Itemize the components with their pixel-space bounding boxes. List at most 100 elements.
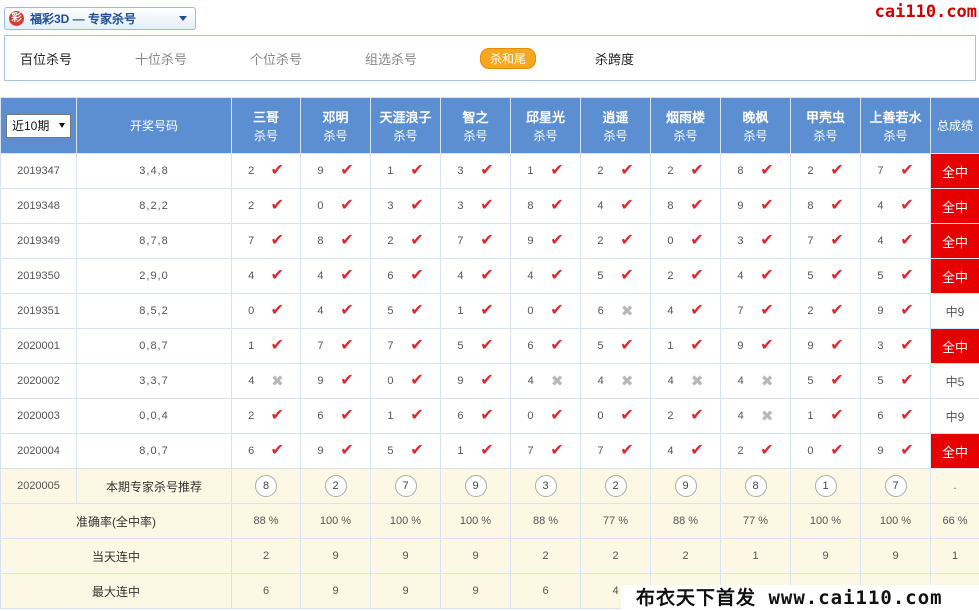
pick-number: 2 — [597, 235, 604, 247]
check-icon: ✔ — [620, 337, 634, 354]
pick-cell: 0 ✔ — [790, 433, 861, 469]
recommend-cell: 9 — [440, 468, 511, 504]
tab-5[interactable]: 杀和尾 — [480, 47, 595, 69]
pick-cell: 8 ✔ — [510, 188, 581, 224]
result-cell: 全中 — [930, 188, 979, 224]
stat-value: 2 — [231, 538, 301, 574]
pick-pair: 4 ✖ — [232, 374, 300, 389]
tab-3[interactable]: 个位杀号 — [250, 49, 365, 68]
pick-number: 9 — [877, 445, 884, 457]
tab-label: 百位杀号 — [20, 51, 73, 67]
pick-number: 5 — [387, 445, 394, 457]
pick-cell: 2 ✔ — [790, 153, 861, 189]
pick-cell: 1 ✔ — [231, 328, 301, 364]
expert-name[interactable]: 邓明 — [301, 107, 370, 126]
tab-label: 杀跨度 — [595, 51, 635, 67]
pick-number: 9 — [737, 200, 744, 212]
pick-number: 4 — [317, 305, 324, 317]
table-row: 2020004 8,0,7 6 ✔ 9 ✔ 5 ✔ 1 ✔ 7 ✔ 7 ✔ 4 ✔ 2 ✔ 0 ✔ 9 ✔ 全中 — [0, 433, 979, 469]
expert-name[interactable]: 邱星光 — [511, 107, 580, 126]
pick-pair: 9 ✔ — [511, 233, 580, 249]
expert-name[interactable]: 智之 — [441, 107, 510, 126]
pick-number: 0 — [527, 305, 534, 317]
issue-cell: 2020005 — [0, 468, 77, 504]
draw-cell: 3,3,7 — [76, 363, 232, 399]
pick-pair: 4 ✔ — [651, 443, 720, 459]
pick-number: 6 — [248, 445, 255, 457]
pick-number: 7 — [527, 445, 534, 457]
draw-cell: 8,7,8 — [76, 223, 232, 259]
expert-name[interactable]: 晚枫 — [721, 107, 790, 126]
pick-pair: 4 ✔ — [861, 233, 930, 249]
pick-pair: 8 ✔ — [651, 198, 720, 214]
pick-pair: 3 ✔ — [861, 338, 930, 354]
pick-cell: 2 ✔ — [720, 433, 791, 469]
pick-pair: 4 ✖ — [651, 374, 720, 389]
expert-name[interactable]: 天涯浪子 — [371, 107, 440, 126]
check-icon: ✔ — [410, 267, 424, 284]
expert-name[interactable]: 甲壳虫 — [791, 107, 860, 126]
pick-number: 1 — [248, 340, 255, 352]
pick-cell: 1 ✔ — [370, 398, 441, 434]
issue-cell: 2019351 — [0, 293, 77, 329]
table-row: 2019349 8,7,8 7 ✔ 8 ✔ 2 ✔ 7 ✔ 9 ✔ 2 ✔ 0 ✔ 3 ✔ 7 ✔ 4 ✔ 全中 — [0, 223, 979, 259]
pick-number: 1 — [457, 305, 464, 317]
pick-cell: 5 ✔ — [580, 328, 651, 364]
pick-cell: 7 ✔ — [440, 223, 511, 259]
period-select[interactable]: 近10期 — [6, 113, 71, 138]
pick-pair: 2 ✔ — [651, 268, 720, 284]
table-row: 2020001 0,8,7 1 ✔ 7 ✔ 7 ✔ 5 ✔ 6 ✔ 5 ✔ 1 ✔ 9 ✔ 9 ✔ 3 ✔ 全中 — [0, 328, 979, 364]
recommend-ball: 8 — [255, 475, 277, 497]
pick-cell: 0 ✔ — [231, 293, 301, 329]
check-icon: ✔ — [760, 267, 774, 284]
game-select-dropdown[interactable]: 彩 福彩3D — 专家杀号 — [4, 7, 196, 30]
pick-number: 0 — [317, 200, 324, 212]
expert-name[interactable]: 三哥 — [232, 107, 300, 126]
pick-pair: 5 ✔ — [861, 268, 930, 284]
check-icon: ✔ — [270, 197, 284, 214]
pick-number: 2 — [248, 165, 255, 177]
expert-name[interactable]: 烟雨楼 — [651, 107, 720, 126]
tab-1[interactable]: 百位杀号 — [20, 49, 135, 68]
check-icon: ✔ — [620, 232, 634, 249]
pick-number: 9 — [317, 375, 324, 387]
pick-cell: 4 ✖ — [720, 363, 791, 399]
pick-cell: 1 ✔ — [440, 433, 511, 469]
pick-number: 8 — [527, 200, 534, 212]
pick-number: 4 — [877, 200, 884, 212]
stat-value: 9 — [860, 538, 931, 574]
pick-pair: 9 ✔ — [301, 443, 370, 459]
check-icon: ✔ — [340, 372, 354, 389]
expert-header: 逍遥 杀号 — [580, 97, 651, 154]
pick-cell: 6 ✔ — [510, 328, 581, 364]
check-icon: ✔ — [410, 197, 424, 214]
pick-cell: 9 ✔ — [790, 328, 861, 364]
issue-cell: 2019350 — [0, 258, 77, 294]
expert-sub: 杀号 — [673, 129, 698, 143]
expert-name[interactable]: 上善若水 — [861, 107, 930, 126]
expert-header: 邱星光 杀号 — [510, 97, 581, 154]
pick-number: 8 — [317, 235, 324, 247]
expert-name[interactable]: 逍遥 — [581, 107, 650, 126]
check-icon: ✔ — [270, 267, 284, 284]
pick-pair: 3 ✔ — [371, 198, 440, 214]
draw-cell: 8,2,2 — [76, 188, 232, 224]
table-row: 2020002 3,3,7 4 ✖ 9 ✔ 0 ✔ 9 ✔ 4 ✖ 4 ✖ 4 ✖ 4 ✖ 5 ✔ 5 ✔ 中5 — [0, 363, 979, 399]
pick-cell: 3 ✔ — [440, 188, 511, 224]
stat-value: 100 % — [860, 503, 931, 539]
check-icon: ✔ — [340, 162, 354, 179]
tab-2[interactable]: 十位杀号 — [135, 49, 250, 68]
pick-pair: 2 ✔ — [232, 408, 300, 424]
pick-number: 5 — [597, 270, 604, 282]
expert-sub: 杀号 — [813, 129, 838, 143]
pick-number: 4 — [667, 305, 674, 317]
kill-type-tabs: 百位杀号 十位杀号 个位杀号 组选杀号 杀和尾 杀跨度 — [4, 35, 976, 81]
tab-4[interactable]: 组选杀号 — [365, 49, 480, 68]
pick-number: 1 — [387, 165, 394, 177]
pick-pair: 6 ✔ — [441, 408, 510, 424]
check-icon: ✔ — [900, 162, 914, 179]
cross-icon: ✖ — [550, 372, 564, 390]
tab-6[interactable]: 杀跨度 — [595, 49, 710, 68]
pick-number: 2 — [248, 200, 255, 212]
pick-pair: 5 ✔ — [791, 268, 860, 284]
